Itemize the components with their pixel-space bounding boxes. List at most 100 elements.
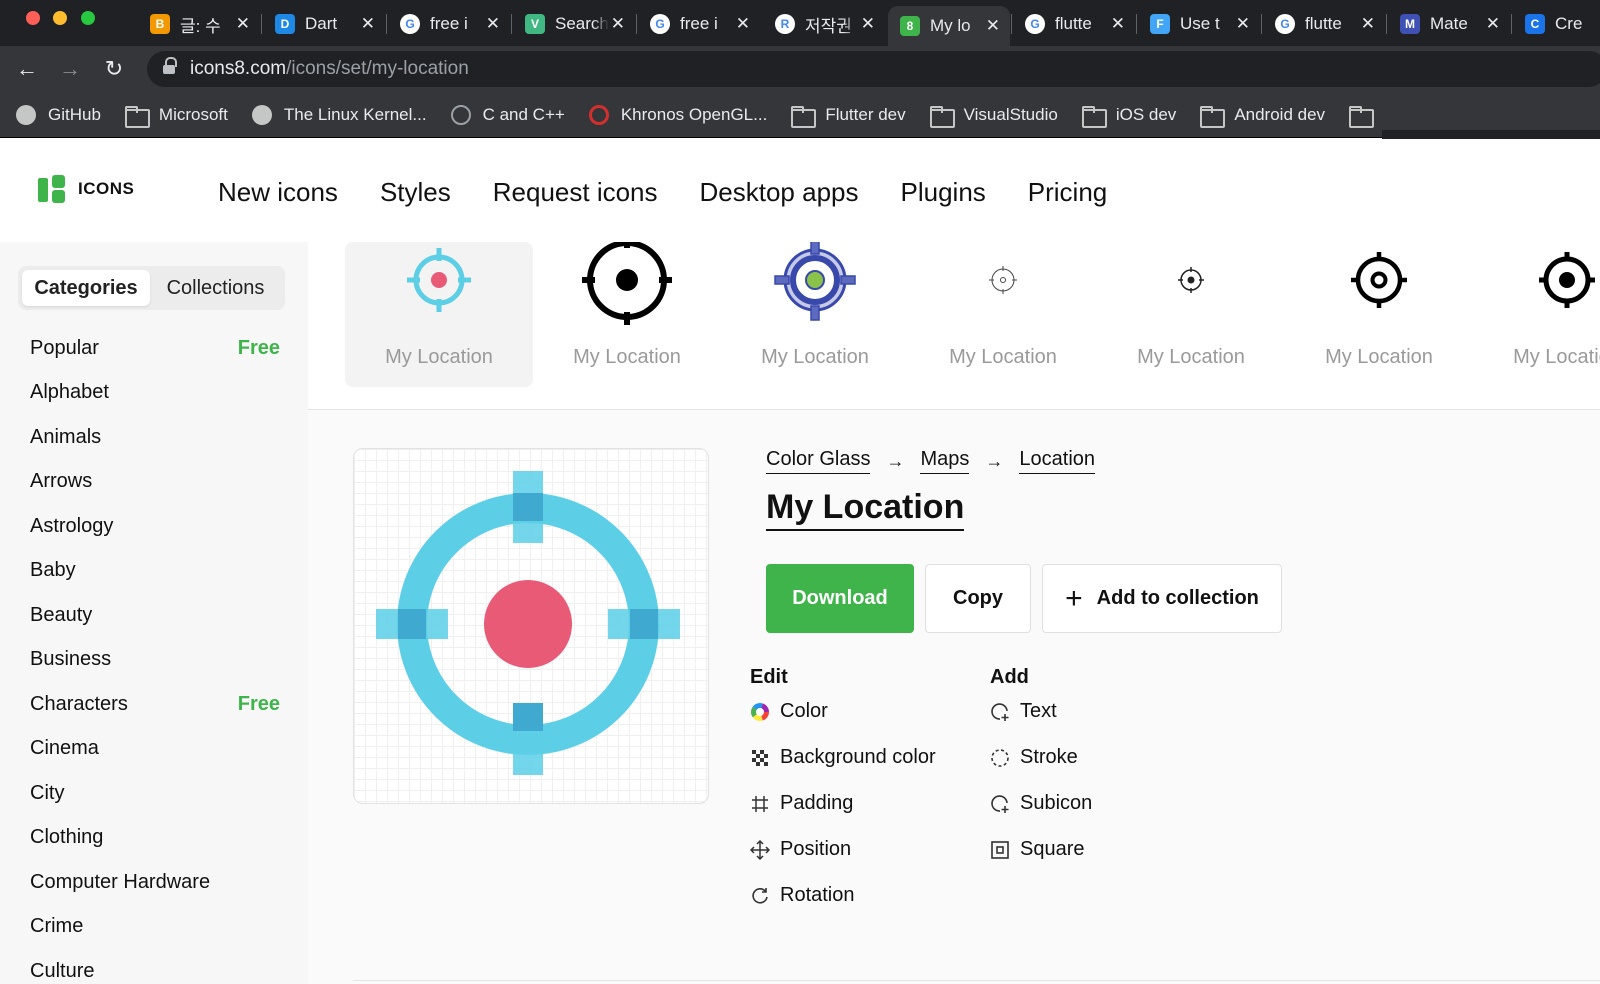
category-item[interactable]: Animals: [30, 415, 280, 460]
icon-variant-card[interactable]: My Location: [721, 242, 909, 387]
bookmark-item[interactable]: iOS dev: [1081, 104, 1177, 128]
icon-variant-card[interactable]: My Location: [345, 242, 533, 387]
folder-icon: [1200, 105, 1226, 128]
browser-tab[interactable]: B 글: 수 ✕: [138, 6, 260, 42]
close-tab-icon[interactable]: ✕: [1111, 14, 1125, 34]
browser-tab[interactable]: Gflutte ✕: [1263, 6, 1385, 42]
nav-styles[interactable]: Styles: [380, 177, 451, 208]
category-item[interactable]: Characters Free: [30, 682, 280, 727]
bookmark-label: iOS dev: [1115, 104, 1177, 124]
category-item[interactable]: Alphabet: [30, 371, 280, 416]
category-label: Business: [30, 648, 112, 671]
category-item[interactable]: Computer Hardware: [30, 860, 280, 905]
category-list: Popular Free Alphabet Animals Arrows Astrolog…: [30, 326, 280, 984]
close-tab-icon[interactable]: ✕: [236, 14, 250, 34]
close-tab-icon[interactable]: ✕: [361, 14, 375, 34]
option-padding[interactable]: Padding: [750, 792, 853, 815]
bookmark-item[interactable]: The Linux Kernel...: [251, 104, 427, 125]
category-item[interactable]: Baby: [30, 549, 280, 594]
icons8-logo[interactable]: ICONS: [38, 175, 134, 203]
bookmark-item[interactable]: Android dev: [1200, 105, 1325, 128]
close-window-button[interactable]: [26, 11, 40, 25]
nav-desktop-apps[interactable]: Desktop apps: [700, 177, 859, 208]
tab-favicon-icon: D: [275, 14, 295, 34]
bookmark-item[interactable]: VisualStudio: [929, 105, 1058, 128]
nav-plugins[interactable]: Plugins: [901, 177, 986, 208]
category-item[interactable]: Popular Free: [30, 326, 280, 371]
page-title: My Location: [766, 488, 965, 531]
plus-icon: +: [1065, 581, 1083, 615]
option-rotation[interactable]: Rotation: [750, 884, 855, 907]
icon-variant-card[interactable]: My Location: [533, 242, 721, 387]
browser-tab[interactable]: C Cre: [1513, 6, 1600, 42]
add-to-collection-button[interactable]: + Add to collection: [1042, 564, 1282, 633]
option-color[interactable]: Color: [750, 700, 828, 723]
bookmark-item[interactable]: Khronos OpenGL...: [588, 104, 767, 125]
option-square[interactable]: Square: [990, 838, 1085, 861]
tab-categories[interactable]: Categories: [22, 270, 150, 306]
browser-tab[interactable]: F Use t ✕: [1138, 6, 1260, 42]
tab-separator: [1261, 14, 1262, 34]
close-tab-icon[interactable]: ✕: [736, 14, 750, 34]
close-tab-icon[interactable]: ✕: [986, 16, 1000, 36]
bookmark-item[interactable]: [1349, 105, 1383, 128]
option-position[interactable]: Position: [750, 838, 851, 861]
browser-tab[interactable]: R 저작권 ✕: [763, 6, 885, 42]
category-item[interactable]: Arrows: [30, 460, 280, 505]
icon-variant-label: My Location: [573, 346, 681, 368]
copy-button[interactable]: Copy: [925, 564, 1031, 633]
nav-request-icons[interactable]: Request icons: [493, 177, 658, 208]
download-button[interactable]: Download: [766, 564, 914, 633]
category-item[interactable]: Business: [30, 638, 280, 683]
reload-button[interactable]: ↻: [99, 54, 129, 84]
option-subicon[interactable]: Subicon: [990, 792, 1092, 815]
category-item[interactable]: City: [30, 771, 280, 816]
tab-collections[interactable]: Collections: [150, 270, 281, 306]
bookmark-item[interactable]: GitHub: [16, 104, 101, 125]
nav-pricing[interactable]: Pricing: [1028, 177, 1107, 208]
breadcrumb-location[interactable]: Location: [1019, 448, 1096, 474]
breadcrumb-maps[interactable]: Maps: [920, 448, 970, 474]
sidebar: Categories Collections Popular Free Alphab…: [0, 242, 308, 984]
tab-separator: [261, 14, 262, 34]
browser-tab[interactable]: D Dart ✕: [263, 6, 385, 42]
browser-tab[interactable]: Gfree i ✕: [638, 6, 760, 42]
icon-variant-card[interactable]: My Location: [1473, 242, 1600, 387]
icon-variant-card[interactable]: My Location: [909, 242, 1097, 387]
close-tab-icon[interactable]: ✕: [486, 14, 500, 34]
browser-tab[interactable]: Gflutte ✕: [1013, 6, 1135, 42]
bookmark-item[interactable]: Flutter dev: [791, 105, 906, 128]
bookmark-item[interactable]: Microsoft: [124, 105, 228, 128]
category-item[interactable]: Beauty: [30, 593, 280, 638]
icon-variant-card[interactable]: My Location: [1285, 242, 1473, 387]
close-tab-icon[interactable]: ✕: [611, 14, 625, 34]
forward-button[interactable]: →: [55, 54, 85, 84]
breadcrumb-color-glass[interactable]: Color Glass: [766, 448, 871, 474]
category-item[interactable]: Clothing: [30, 816, 280, 861]
minimize-window-button[interactable]: [53, 11, 67, 25]
close-tab-icon[interactable]: ✕: [1361, 14, 1375, 34]
tab-separator: [511, 14, 512, 34]
nav-new-icons[interactable]: New icons: [218, 177, 338, 208]
bookmark-item[interactable]: C and C++: [450, 104, 565, 125]
option-stroke[interactable]: Stroke: [990, 746, 1078, 769]
category-item[interactable]: Culture: [30, 949, 280, 984]
category-item[interactable]: Crime: [30, 905, 280, 950]
browser-tab[interactable]: Gfree i ✕: [388, 6, 510, 42]
address-bar[interactable]: icons8.com/icons/set/my-location: [147, 51, 1600, 87]
category-item[interactable]: Astrology: [30, 504, 280, 549]
browser-tab[interactable]: M Mate ✕: [1388, 6, 1510, 42]
browser-tab[interactable]: 8 My lo ✕: [888, 6, 1010, 46]
close-tab-icon[interactable]: ✕: [1236, 14, 1250, 34]
icon-variant-card[interactable]: My Location: [1097, 242, 1285, 387]
zoom-window-button[interactable]: [81, 11, 95, 25]
close-tab-icon[interactable]: ✕: [861, 14, 875, 34]
option-background-color[interactable]: Background color: [750, 746, 936, 769]
browser-tab[interactable]: V Search ✕: [513, 6, 635, 42]
checker-icon: [750, 748, 770, 768]
my-location-thin-outline-icon: [989, 266, 1017, 294]
close-tab-icon[interactable]: ✕: [1486, 14, 1500, 34]
category-item[interactable]: Cinema: [30, 727, 280, 772]
option-text[interactable]: Text: [990, 700, 1057, 723]
back-button[interactable]: ←: [12, 54, 42, 84]
